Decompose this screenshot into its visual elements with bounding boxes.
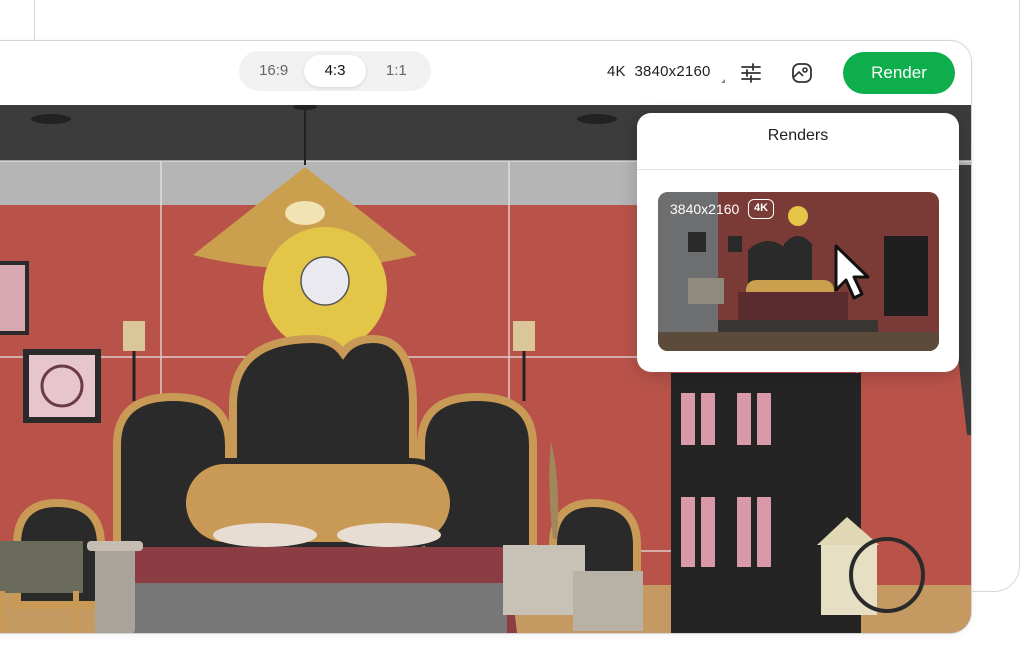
renders-panel-title: Renders: [767, 127, 829, 144]
ratio-4-3-button[interactable]: 4:3: [304, 55, 366, 87]
render-thumbnail[interactable]: 3840x2160 4K: [658, 192, 939, 351]
renders-panel: Renders 3840x2160 4K: [637, 113, 959, 372]
sliders-icon[interactable]: [739, 61, 763, 85]
resolution-label: 4K: [607, 63, 626, 80]
render-button[interactable]: Render: [843, 52, 955, 94]
ratio-16-9-button[interactable]: 16:9: [243, 55, 304, 87]
render-resolution: 3840x2160: [670, 201, 740, 217]
ratio-1-1-button[interactable]: 1:1: [366, 55, 427, 87]
aspect-ratio-selector: 16:9 4:3 1:1: [239, 51, 431, 91]
toolbar: 16:9 4:3 1:1 4K 3840x2160 Render: [0, 41, 971, 105]
mouse-cursor-icon: [834, 244, 870, 300]
dropdown-caret-icon: [717, 79, 725, 83]
resolution-dropdown[interactable]: 4K 3840x2160: [607, 63, 711, 80]
render-quality-badge: 4K: [748, 199, 775, 219]
resolution-value: 3840x2160: [634, 63, 711, 80]
image-settings-icon[interactable]: [790, 61, 814, 85]
divider: [637, 169, 959, 170]
